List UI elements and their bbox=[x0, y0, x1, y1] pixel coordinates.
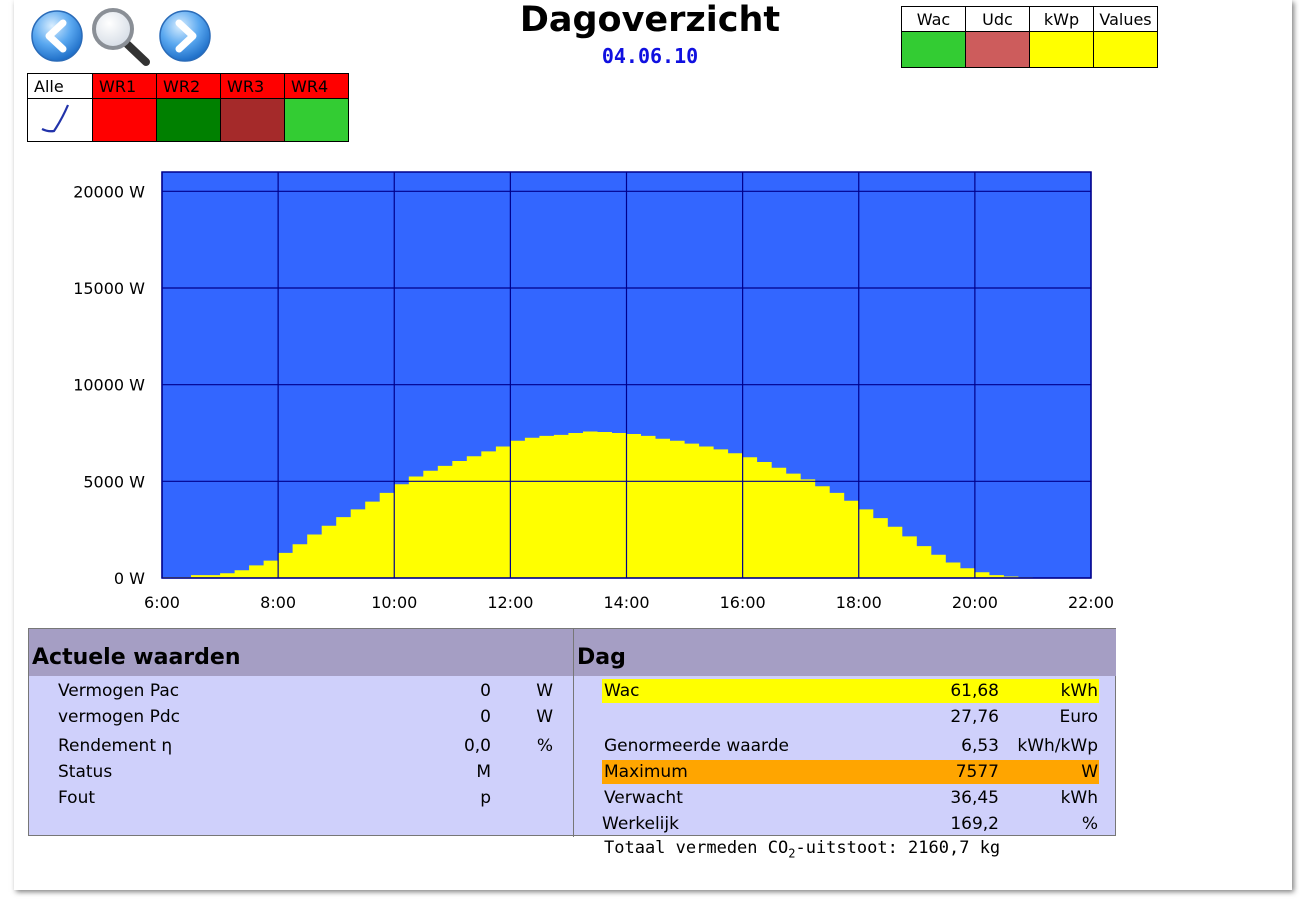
legend-label-3[interactable]: Values bbox=[1093, 6, 1158, 32]
y-tick-label: 20000 W bbox=[73, 182, 145, 201]
actual-values-heading: Actuele waarden bbox=[29, 629, 573, 676]
actual-row-value: 0 bbox=[480, 707, 491, 727]
day-heading: Dag bbox=[574, 629, 1116, 676]
actual-row: Status M bbox=[29, 760, 573, 784]
legend-label-0[interactable]: Wac bbox=[901, 6, 966, 32]
actual-row-label: Rendement η bbox=[58, 736, 173, 756]
panel-divider bbox=[573, 629, 574, 837]
inverter-selector: Alle WR1 WR2 WR3 WR4 bbox=[27, 73, 349, 142]
power-chart: 6:00 8:00 10:00 12:00 14:00 16:00 18:00 20:00 22… bbox=[73, 171, 1114, 612]
inverter-label-3[interactable]: WR3 bbox=[220, 73, 285, 99]
legend-swatch-0[interactable] bbox=[901, 31, 966, 68]
day-row-unit: % bbox=[1081, 814, 1098, 834]
inverter-swatch-2[interactable] bbox=[156, 98, 221, 142]
page-title: Dagoverzicht bbox=[519, 0, 781, 40]
page-date: 04.06.10 bbox=[601, 44, 699, 68]
day-row-label: Verwacht bbox=[604, 788, 683, 808]
co2-prefix: Totaal vermeden CO bbox=[604, 838, 789, 858]
actual-row: vermogen Pdc 0 W bbox=[29, 705, 573, 729]
inverter-label-1[interactable]: WR1 bbox=[92, 73, 157, 99]
legend-label-2[interactable]: kWp bbox=[1029, 6, 1094, 32]
day-row: Verwacht 36,45 kWh bbox=[602, 786, 1099, 810]
magnifier-icon[interactable] bbox=[88, 5, 152, 67]
y-tick-label: 0 W bbox=[114, 569, 145, 588]
legend-swatch-1[interactable] bbox=[965, 31, 1030, 68]
x-tick-label: 6:00 bbox=[144, 593, 180, 612]
day-row-unit: kWh bbox=[1060, 788, 1098, 808]
x-tick-label: 12:00 bbox=[487, 593, 533, 612]
inverter-label-2[interactable]: WR2 bbox=[156, 73, 221, 99]
day-row-label: Maximum bbox=[604, 762, 688, 782]
day-row-unit: W bbox=[1081, 762, 1098, 782]
day-row-label: Werkelijk bbox=[602, 814, 679, 834]
actual-row-value: 0 bbox=[480, 681, 491, 701]
y-tick-label: 5000 W bbox=[83, 472, 145, 491]
day-row: Maximum 7577 W bbox=[602, 760, 1099, 784]
actual-row: Rendement η 0,0% bbox=[29, 734, 573, 758]
actual-row-value: p bbox=[480, 788, 491, 808]
actual-row-label: Status bbox=[58, 762, 113, 782]
day-row-label: Genormeerde waarde bbox=[604, 736, 789, 756]
day-row-value: 169,2 bbox=[950, 814, 999, 834]
day-row-label: Wac bbox=[604, 681, 640, 701]
day-row-unit: kWh/kWp bbox=[1017, 736, 1098, 756]
actual-row: Fout p bbox=[29, 786, 573, 810]
checkmark-icon bbox=[41, 104, 70, 133]
legend-swatch-3[interactable] bbox=[1093, 31, 1158, 68]
x-tick-label: 14:00 bbox=[603, 593, 649, 612]
chart-legend: Wac Udc kWp Values bbox=[901, 6, 1158, 68]
inverter-swatch-0[interactable] bbox=[27, 98, 93, 142]
day-row-unit: kWh bbox=[1060, 681, 1098, 701]
arrow-right-icon[interactable] bbox=[158, 9, 212, 63]
day-row: 27,76 Euro bbox=[602, 705, 1099, 729]
x-tick-label: 16:00 bbox=[720, 593, 766, 612]
day-row-value: 36,45 bbox=[950, 788, 999, 808]
day-row: Wac 61,68 kWh bbox=[602, 679, 1099, 703]
actual-row-label: Vermogen Pac bbox=[58, 681, 180, 701]
actual-row-value: M bbox=[476, 762, 491, 782]
inverter-swatch-1[interactable] bbox=[92, 98, 157, 142]
day-row-value: 27,76 bbox=[950, 707, 999, 727]
actual-row-label: Fout bbox=[58, 788, 96, 808]
co2-total: Totaal vermeden CO2-uitstoot: 2160,7 kg bbox=[604, 838, 1000, 860]
day-row-value: 7577 bbox=[955, 762, 999, 782]
legend-swatch-2[interactable] bbox=[1029, 31, 1094, 68]
actual-row: Vermogen Pac 0 W bbox=[29, 679, 573, 703]
actual-row-value: 0,0 bbox=[463, 736, 491, 756]
actual-row-unit: W bbox=[536, 681, 553, 701]
x-tick-label: 8:00 bbox=[260, 593, 296, 612]
day-row: Genormeerde waarde 6,53 kWh/kWp bbox=[602, 734, 1099, 758]
inverter-label-0[interactable]: Alle bbox=[27, 73, 93, 99]
x-tick-label: 22:00 bbox=[1068, 593, 1114, 612]
x-tick-label: 10:00 bbox=[371, 593, 417, 612]
day-row-value: 61,68 bbox=[950, 681, 999, 701]
inverter-swatch-3[interactable] bbox=[220, 98, 285, 142]
day-row-value: 6,53 bbox=[961, 736, 999, 756]
actual-row-unit: W bbox=[536, 707, 553, 727]
day-row-unit: Euro bbox=[1059, 707, 1098, 727]
co2-suffix: -uitstoot: 2160,7 kg bbox=[795, 838, 1001, 858]
x-tick-label: 18:00 bbox=[836, 593, 882, 612]
inverter-swatch-4[interactable] bbox=[284, 98, 349, 142]
actual-row-label: vermogen Pdc bbox=[58, 707, 180, 727]
legend-label-1[interactable]: Udc bbox=[965, 6, 1030, 32]
x-tick-label: 20:00 bbox=[952, 593, 998, 612]
actual-row-unit: % bbox=[536, 736, 553, 756]
values-panel: Actuele waarden Dag Vermogen Pac 0 Wvermog… bbox=[28, 628, 1116, 837]
day-row: Werkelijk 169,2% bbox=[602, 812, 1099, 836]
y-tick-label: 15000 W bbox=[73, 279, 145, 298]
arrow-left-icon[interactable] bbox=[30, 9, 84, 63]
y-tick-label: 10000 W bbox=[73, 376, 145, 395]
inverter-label-4[interactable]: WR4 bbox=[284, 73, 349, 99]
